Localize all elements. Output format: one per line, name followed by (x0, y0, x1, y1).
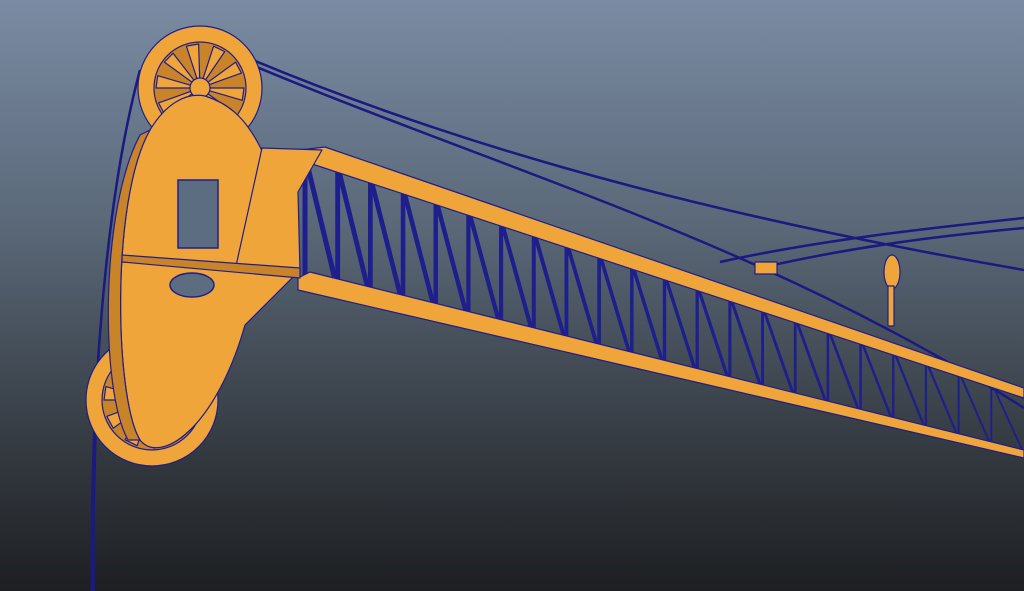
head-plate-window (177, 179, 219, 249)
truss-member (400, 186, 438, 315)
boom-head[interactable] (85, 25, 323, 467)
pulley-wheel (883, 254, 901, 290)
truss-member (597, 251, 634, 362)
truss-member (466, 208, 504, 331)
pulley-hanger (887, 285, 895, 327)
boom-lower-chord (297, 271, 1024, 459)
steel-cable (719, 216, 1024, 264)
steel-cable (92, 419, 98, 591)
cable-clamp (754, 261, 778, 275)
truss-member (499, 219, 536, 338)
truss-member (335, 165, 373, 300)
truss-member (433, 197, 471, 323)
truss-member (630, 262, 667, 370)
truss-member (302, 154, 341, 292)
scene-canvas[interactable] (0, 0, 1024, 591)
truss-member (564, 241, 601, 354)
truss-member (531, 230, 569, 346)
truss-member (368, 176, 406, 307)
head-plate-slot (169, 272, 215, 298)
3d-viewport[interactable] (0, 0, 1024, 591)
